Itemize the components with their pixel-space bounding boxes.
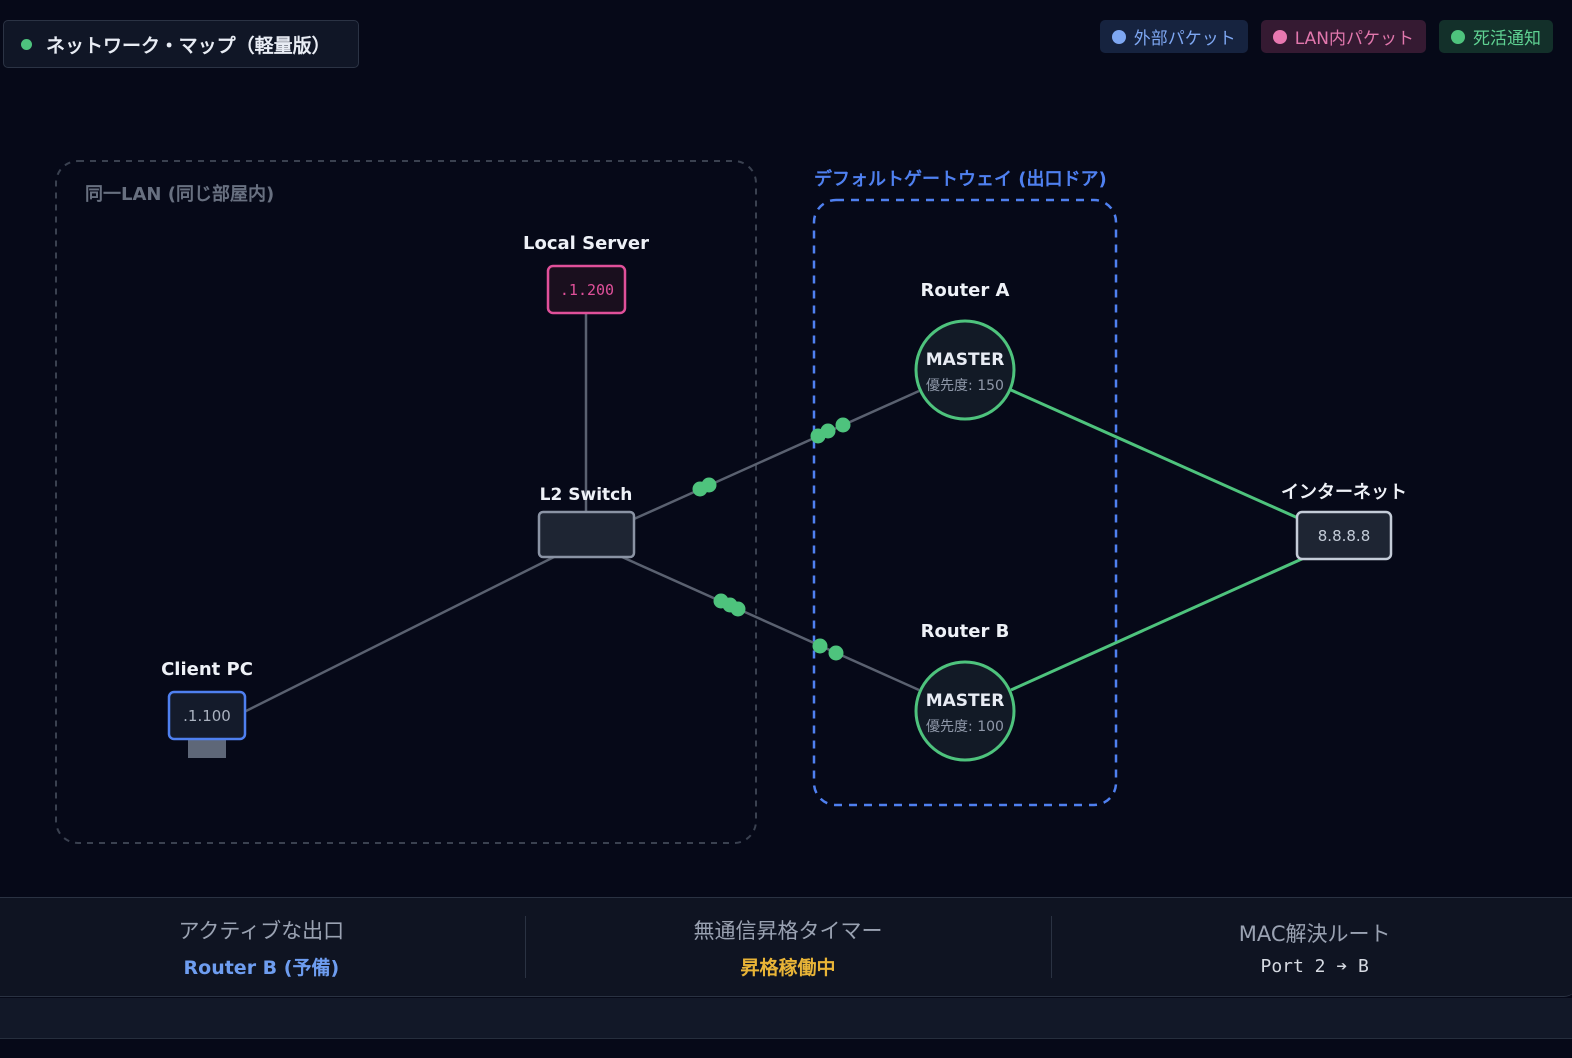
router-b-state: MASTER: [925, 691, 1005, 711]
heartbeat-packet: [812, 638, 828, 654]
lan-zone-label: 同一LAN (同じ部屋内): [85, 184, 275, 205]
client-pc-label: Client PC: [161, 659, 253, 680]
internet-label: インターネット: [1281, 482, 1407, 503]
heartbeat-packet: [820, 423, 836, 439]
link-switch-router-b: [621, 555, 920, 692]
router-a-state: MASTER: [925, 350, 1005, 370]
client-pc-ip: .1.100: [183, 707, 231, 725]
client-pc-stand: [188, 738, 226, 758]
gateway-zone-label: デフォルトゲートウェイ (出口ドア): [814, 169, 1107, 190]
local-server-ip: .1.200: [559, 281, 615, 299]
router-a-info: MASTER 優先度: 150: [926, 350, 1005, 395]
status-timer: 無通信昇格タイマー 昇格稼働中: [524, 898, 1052, 996]
lan-zone: [55, 160, 757, 844]
heartbeat-packet: [701, 477, 717, 493]
router-b-priority: 優先度: 100: [926, 719, 1004, 735]
heartbeat-packet: [730, 601, 746, 617]
heartbeat-packet: [835, 417, 851, 433]
status-active-exit: アクティブな出口 Router B (予備): [0, 898, 525, 996]
timer-title: 無通信昇格タイマー: [693, 918, 883, 943]
internet-ip: 8.8.8.8: [1317, 527, 1371, 545]
local-server-label: Local Server: [523, 233, 649, 254]
link-router-a-internet: [1010, 388, 1299, 520]
status-bar: アクティブな出口 Router B (予備) 無通信昇格タイマー 昇格稼働中 M…: [0, 897, 1572, 997]
mac-route-title: MAC解決ルート: [1238, 921, 1391, 946]
link-router-b-internet: [1010, 556, 1305, 692]
link-client-switch: [243, 555, 555, 714]
status-mac-route: MAC解決ルート Port 2 ➔ B: [1051, 898, 1572, 996]
switch-label: L2 Switch: [539, 485, 633, 505]
active-exit-title: アクティブな出口: [178, 918, 345, 943]
link-switch-router-a: [633, 389, 920, 521]
router-b-info: MASTER 優先度: 100: [926, 691, 1005, 736]
timer-value: 昇格稼働中: [740, 956, 836, 979]
mac-route-value: Port 2 ➔ B: [1260, 955, 1369, 977]
active-exit-value: Router B (予備): [183, 956, 340, 979]
router-a-label: Router A: [920, 280, 1010, 301]
router-a-priority: 優先度: 150: [926, 378, 1004, 394]
bottom-strip: [0, 998, 1572, 1039]
switch-box: [537, 510, 636, 559]
router-b-label: Router B: [920, 621, 1010, 642]
heartbeat-packet: [828, 645, 844, 661]
network-map-stage: ネットワーク・マップ（軽量版） 外部パケット LAN内パケット 死活通知 同一L…: [0, 0, 1572, 1058]
